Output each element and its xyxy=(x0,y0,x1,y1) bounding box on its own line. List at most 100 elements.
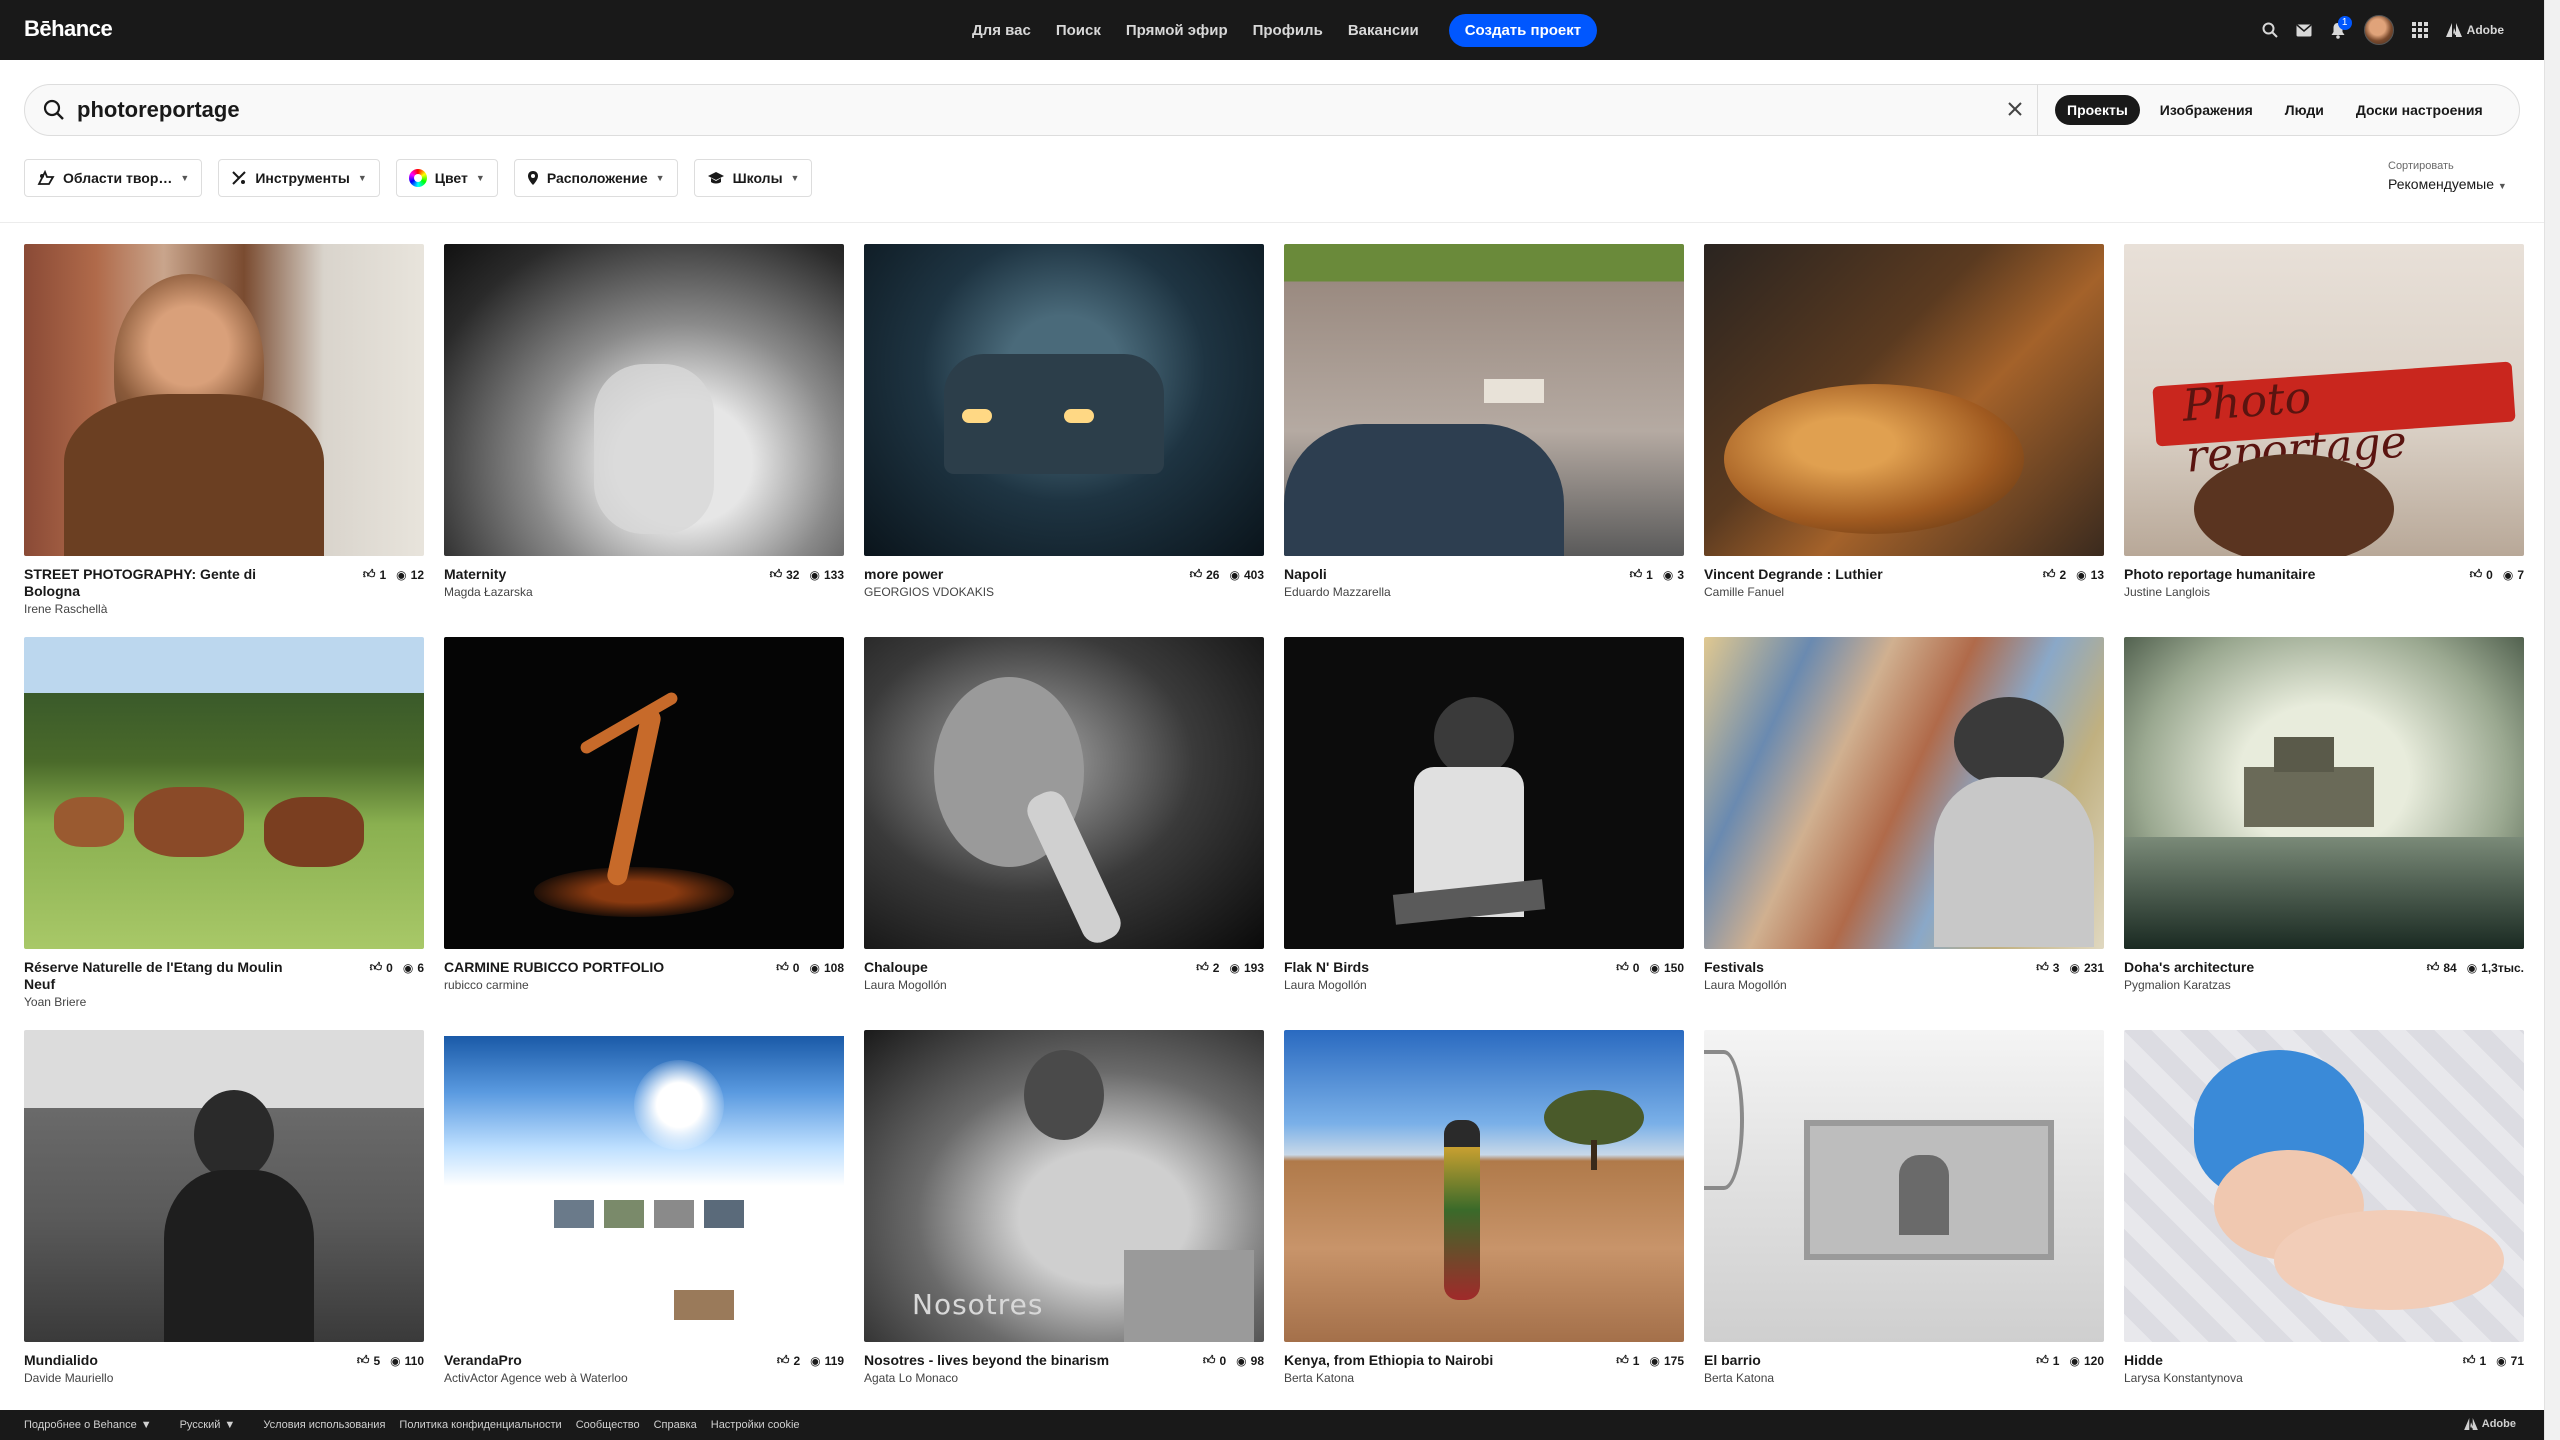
creative-fields-filter[interactable]: Области твор… ▼ xyxy=(24,159,203,197)
schools-filter[interactable]: Школы ▼ xyxy=(693,159,813,197)
color-filter[interactable]: Цвет ▼ xyxy=(395,159,498,197)
search-icon[interactable] xyxy=(2262,22,2278,38)
adobe-link[interactable]: Adobe xyxy=(2445,23,2504,37)
project-thumbnail[interactable] xyxy=(1284,637,1684,949)
location-filter[interactable]: Расположение ▼ xyxy=(513,159,678,197)
notifications-icon[interactable]: 1 xyxy=(2330,15,2352,39)
project-card[interactable]: Doha's architecture Pygmalion Karatzas 👍︎… xyxy=(2124,637,2524,1030)
tools-filter[interactable]: Инструменты ▼ xyxy=(218,159,380,197)
project-thumbnail[interactable] xyxy=(444,1030,844,1342)
project-owner[interactable]: Davide Mauriello xyxy=(24,1371,424,1385)
create-project-button[interactable]: Создать проект xyxy=(1448,13,1598,47)
project-title[interactable]: more power xyxy=(864,566,1124,583)
project-card[interactable]: Maternity Magda Łazarska 👍︎ 32 ◉ 133 xyxy=(444,244,844,637)
project-owner[interactable]: Camille Fanuel xyxy=(1704,585,2104,599)
project-owner[interactable]: ActivActor Agence web à Waterloo xyxy=(444,1371,844,1385)
nav-profile[interactable]: Профиль xyxy=(1253,22,1323,39)
clear-search-icon[interactable] xyxy=(2005,99,2025,124)
project-card[interactable]: VerandaPro ActivActor Agence web à Waterl… xyxy=(444,1030,844,1423)
tab-people[interactable]: Люди xyxy=(2273,95,2336,125)
apps-grid-icon[interactable] xyxy=(2411,22,2428,38)
project-card[interactable]: STREET PHOTOGRAPHY: Gente di Bologna Iren… xyxy=(24,244,424,637)
project-thumbnail[interactable] xyxy=(1284,244,1684,556)
project-owner[interactable]: Justine Langlois xyxy=(2124,585,2524,599)
project-card[interactable]: Nosotres Nosotres - lives beyond the bin… xyxy=(864,1030,1264,1423)
project-title[interactable]: Doha's architecture xyxy=(2124,959,2384,976)
project-thumbnail[interactable] xyxy=(1704,244,2104,556)
project-card[interactable]: more power GEORGIOS VDOKAKIS 👍︎ 26 ◉ 403 xyxy=(864,244,1264,637)
project-card[interactable]: Hidde Larysa Konstantynova 👍︎ 1 ◉ 71 xyxy=(2124,1030,2524,1423)
project-owner[interactable]: Berta Katona xyxy=(1704,1371,2104,1385)
project-card[interactable]: El barrio Berta Katona 👍︎ 1 ◉ 120 xyxy=(1704,1030,2104,1423)
project-owner[interactable]: Irene Raschellà xyxy=(24,602,424,616)
project-title[interactable]: El barrio xyxy=(1704,1352,1964,1369)
project-title[interactable]: VerandaPro xyxy=(444,1352,704,1369)
user-avatar[interactable] xyxy=(2363,15,2394,45)
project-title[interactable]: Photo reportage humanitaire xyxy=(2124,566,2384,583)
project-thumbnail[interactable] xyxy=(1284,1030,1684,1342)
project-card[interactable]: Flak N' Birds Laura Mogollón 👍︎ 0 ◉ 150 xyxy=(1284,637,1684,1030)
project-thumbnail[interactable] xyxy=(24,637,424,949)
nav-live[interactable]: Прямой эфир xyxy=(1126,22,1228,39)
project-owner[interactable]: Laura Mogollón xyxy=(1704,978,2104,992)
nav-search[interactable]: Поиск xyxy=(1056,22,1101,39)
project-owner[interactable]: Laura Mogollón xyxy=(1284,978,1684,992)
project-thumbnail[interactable]: Photo reportage xyxy=(2124,244,2524,556)
project-card[interactable]: Photo reportage Photo reportage humanita… xyxy=(2124,244,2524,637)
project-thumbnail[interactable] xyxy=(864,244,1264,556)
project-owner[interactable]: Laura Mogollón xyxy=(864,978,1264,992)
project-title[interactable]: Flak N' Birds xyxy=(1284,959,1544,976)
footer-about-behance[interactable]: Подробнее о Behance xyxy=(24,1419,137,1431)
tab-moodboards[interactable]: Доски настроения xyxy=(2344,95,2495,125)
project-owner[interactable]: Magda Łazarska xyxy=(444,585,844,599)
nav-for-you[interactable]: Для вас xyxy=(972,22,1031,39)
project-title[interactable]: Mundialido xyxy=(24,1352,284,1369)
project-thumbnail[interactable] xyxy=(1704,1030,2104,1342)
project-owner[interactable]: Pygmalion Karatzas xyxy=(2124,978,2524,992)
project-title[interactable]: Festivals xyxy=(1704,959,1964,976)
project-thumbnail[interactable] xyxy=(2124,637,2524,949)
project-title[interactable]: Hidde xyxy=(2124,1352,2384,1369)
project-thumbnail[interactable] xyxy=(444,637,844,949)
sort-control[interactable]: Сортировать Рекомендуемые ▼ xyxy=(2388,160,2507,192)
project-owner[interactable]: Berta Katona xyxy=(1284,1371,1684,1385)
footer-terms[interactable]: Условия использования xyxy=(263,1419,385,1431)
footer-cookie-settings[interactable]: Настройки cookie xyxy=(711,1419,800,1431)
sort-dropdown[interactable]: Рекомендуемые ▼ xyxy=(2388,176,2507,192)
search-input[interactable] xyxy=(77,97,1977,123)
project-thumbnail[interactable]: Nosotres xyxy=(864,1030,1264,1342)
footer-help[interactable]: Справка xyxy=(654,1419,697,1431)
project-owner[interactable]: GEORGIOS VDOKAKIS xyxy=(864,585,1264,599)
project-title[interactable]: STREET PHOTOGRAPHY: Gente di Bologna xyxy=(24,566,284,600)
project-card[interactable]: Kenya, from Ethiopia to Nairobi Berta Kat… xyxy=(1284,1030,1684,1423)
project-thumbnail[interactable] xyxy=(1704,637,2104,949)
project-thumbnail[interactable] xyxy=(444,244,844,556)
project-card[interactable]: Mundialido Davide Mauriello 👍︎ 5 ◉ 110 xyxy=(24,1030,424,1423)
project-thumbnail[interactable] xyxy=(24,1030,424,1342)
footer-adobe[interactable]: Adobe xyxy=(2463,1418,2516,1430)
tab-projects[interactable]: Проекты xyxy=(2055,95,2140,125)
behance-logo[interactable]: Bēhance xyxy=(24,16,113,42)
project-title[interactable]: CARMINE RUBICCO PORTFOLIO xyxy=(444,959,704,976)
project-thumbnail[interactable] xyxy=(2124,1030,2524,1342)
project-card[interactable]: Réserve Naturelle de l'Etang du Moulin N… xyxy=(24,637,424,1030)
project-title[interactable]: Nosotres - lives beyond the binarism xyxy=(864,1352,1124,1369)
footer-language[interactable]: Русский xyxy=(180,1419,221,1431)
project-thumbnail[interactable] xyxy=(24,244,424,556)
page-scrollbar[interactable] xyxy=(2544,0,2560,1440)
project-owner[interactable]: Larysa Konstantynova xyxy=(2124,1371,2524,1385)
project-owner[interactable]: rubicco carmine xyxy=(444,978,844,992)
project-title[interactable]: Maternity xyxy=(444,566,704,583)
project-title[interactable]: Napoli xyxy=(1284,566,1544,583)
project-owner[interactable]: Agata Lo Monaco xyxy=(864,1371,1264,1385)
project-card[interactable]: CARMINE RUBICCO PORTFOLIO rubicco carmine… xyxy=(444,637,844,1030)
footer-privacy[interactable]: Политика конфиденциальности xyxy=(399,1419,561,1431)
project-title[interactable]: Chaloupe xyxy=(864,959,1124,976)
project-card[interactable]: Festivals Laura Mogollón 👍︎ 3 ◉ 231 xyxy=(1704,637,2104,1030)
tab-images[interactable]: Изображения xyxy=(2148,95,2265,125)
project-owner[interactable]: Eduardo Mazzarella xyxy=(1284,585,1684,599)
nav-jobs[interactable]: Вакансии xyxy=(1348,22,1419,39)
messages-icon[interactable] xyxy=(2296,23,2312,37)
project-title[interactable]: Réserve Naturelle de l'Etang du Moulin N… xyxy=(24,959,284,993)
project-owner[interactable]: Yoan Briere xyxy=(24,995,424,1009)
